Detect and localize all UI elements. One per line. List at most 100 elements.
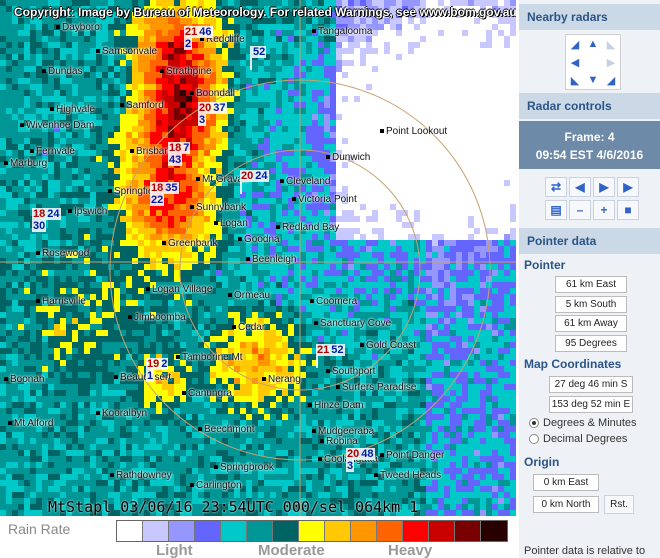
legend-level-heavy: Heavy xyxy=(388,542,433,558)
nearby-radar-ne-icon[interactable]: ◣ xyxy=(603,36,619,52)
place-name: Harrisville xyxy=(42,296,86,307)
town-marker-icon xyxy=(96,49,100,54)
pointer-east-value: 61 km East xyxy=(555,276,627,293)
nearby-radars-pad: ◢ ▲ ◣ ◀ ▶ ◣ ▼ ◢ xyxy=(565,34,621,90)
place-name: Marburg xyxy=(10,158,48,169)
slower-icon[interactable]: – xyxy=(569,200,591,220)
town-marker-icon xyxy=(214,465,218,470)
town-marker-icon xyxy=(190,91,194,96)
legend-swatch xyxy=(455,521,481,541)
place-name: Canungra xyxy=(188,388,232,399)
town-marker-icon xyxy=(36,299,40,304)
storm-cell[interactable]: 52 xyxy=(250,46,267,70)
storm-cell[interactable]: 21 46 2 xyxy=(184,26,213,50)
place-label: Beechmont xyxy=(198,424,255,435)
radar-map[interactable]: Copyright: Image by Bureau of Meteorolog… xyxy=(0,0,516,516)
map-coordinates-heading: Map Coordinates xyxy=(524,357,622,371)
legend-swatch xyxy=(299,521,325,541)
place-name: Tangalooma xyxy=(318,26,373,37)
play-icon[interactable]: ▶ xyxy=(617,177,639,197)
print-icon[interactable]: ▤ xyxy=(545,200,567,220)
place-label: Dayboro xyxy=(56,22,100,33)
degrees-minutes-radio[interactable] xyxy=(529,418,539,428)
storm-cell[interactable]: 20 24 xyxy=(240,170,269,194)
place-label: Dundas xyxy=(42,66,82,77)
storm-cell[interactable]: 18 35 22 xyxy=(150,182,179,206)
place-label: Ormeau xyxy=(228,290,270,301)
place-label: Sanctuary Cove xyxy=(314,318,391,329)
storm-cell-direction: 46 xyxy=(198,26,213,38)
storm-cell-speed: 21 xyxy=(316,344,331,356)
town-marker-icon xyxy=(190,205,194,210)
legend-swatch xyxy=(169,521,195,541)
storm-cell[interactable]: 20 48 3 xyxy=(346,448,375,472)
place-name: Dundas xyxy=(48,66,83,77)
place-name: Cedar xyxy=(238,322,266,333)
place-name: Tamborine Mt xyxy=(182,352,243,363)
town-marker-icon xyxy=(114,375,118,380)
decimal-degrees-label: Decimal Degrees xyxy=(543,433,628,445)
legend-swatch xyxy=(403,521,429,541)
place-label: Fernvale xyxy=(30,146,75,157)
nearby-radar-n-icon[interactable]: ▲ xyxy=(585,36,601,52)
storm-cell-intensity xyxy=(250,58,252,70)
legend-swatch xyxy=(143,521,169,541)
storm-cell[interactable]: 18 24 30 xyxy=(32,208,61,232)
nearby-radar-se-icon[interactable]: ◢ xyxy=(603,72,619,88)
place-label: Logan Village xyxy=(146,284,212,295)
degrees-minutes-option[interactable]: Degrees & Minutes xyxy=(529,417,637,429)
nearby-radar-e-icon[interactable]: ▶ xyxy=(603,54,619,70)
place-name: Logan Village xyxy=(152,284,213,295)
nearby-radar-s-icon[interactable]: ▼ xyxy=(585,72,601,88)
pointer-heading: Pointer xyxy=(524,258,566,272)
town-marker-icon xyxy=(262,377,266,382)
town-marker-icon xyxy=(312,429,316,434)
storm-cell[interactable]: 20 37 3 xyxy=(198,102,227,126)
faster-icon[interactable]: + xyxy=(593,200,615,220)
town-marker-icon xyxy=(326,369,330,374)
degrees-minutes-label: Degrees & Minutes xyxy=(543,417,637,429)
next-frame-icon[interactable]: ▶ xyxy=(593,177,615,197)
first-frame-icon[interactable]: ◀ xyxy=(569,177,591,197)
legend-title: Rain Rate xyxy=(8,521,71,537)
nearby-radar-sw-icon[interactable]: ◣ xyxy=(567,72,583,88)
place-name: Logan xyxy=(220,218,248,229)
place-label: Tangalooma xyxy=(312,26,372,37)
place-name: Dunwich xyxy=(332,152,371,163)
nearby-radar-nw-icon[interactable]: ◢ xyxy=(567,36,583,52)
town-marker-icon xyxy=(312,29,316,34)
nearby-radars-header: Nearby radars xyxy=(519,4,660,30)
nearby-radar-w-icon[interactable]: ◀ xyxy=(567,54,583,70)
storm-cell[interactable]: 21 52 xyxy=(316,344,345,368)
town-marker-icon xyxy=(198,427,202,432)
legend-color-bar xyxy=(116,520,508,542)
town-marker-icon xyxy=(96,411,100,416)
decimal-degrees-option[interactable]: Decimal Degrees xyxy=(529,433,627,445)
town-marker-icon xyxy=(128,315,132,320)
town-marker-icon xyxy=(318,457,322,462)
town-marker-icon xyxy=(190,483,194,488)
place-label: Gold Coast xyxy=(360,340,416,351)
place-name: Samford xyxy=(126,100,164,111)
pointer-data-header: Pointer data xyxy=(519,228,660,254)
storm-cell-direction: 24 xyxy=(46,208,61,220)
decimal-degrees-radio[interactable] xyxy=(529,434,539,444)
storm-cell[interactable]: 18 7 43 xyxy=(168,142,191,166)
town-marker-icon xyxy=(374,473,378,478)
stop-icon[interactable]: ■ xyxy=(617,200,639,220)
town-marker-icon xyxy=(50,107,54,112)
town-marker-icon xyxy=(182,391,186,396)
place-name: Goodna xyxy=(244,234,280,245)
storm-cell-direction: 2 xyxy=(160,358,169,370)
place-label: Carlington xyxy=(190,480,242,491)
town-marker-icon xyxy=(160,69,164,74)
place-name: Point Danger xyxy=(386,450,445,461)
reset-origin-button[interactable]: Rst. xyxy=(604,495,634,514)
radar-timestamp: MtStapl 03/06/16 23:54UTC 000/sel 064km … xyxy=(48,498,419,516)
storm-cell[interactable]: 19 2 1 xyxy=(146,358,169,382)
town-marker-icon xyxy=(228,293,232,298)
storm-cell-direction: 24 xyxy=(254,170,269,182)
place-name: Coomera xyxy=(316,296,358,307)
loop-toggle-icon[interactable]: ⇄ xyxy=(545,177,567,197)
town-marker-icon xyxy=(336,385,340,390)
